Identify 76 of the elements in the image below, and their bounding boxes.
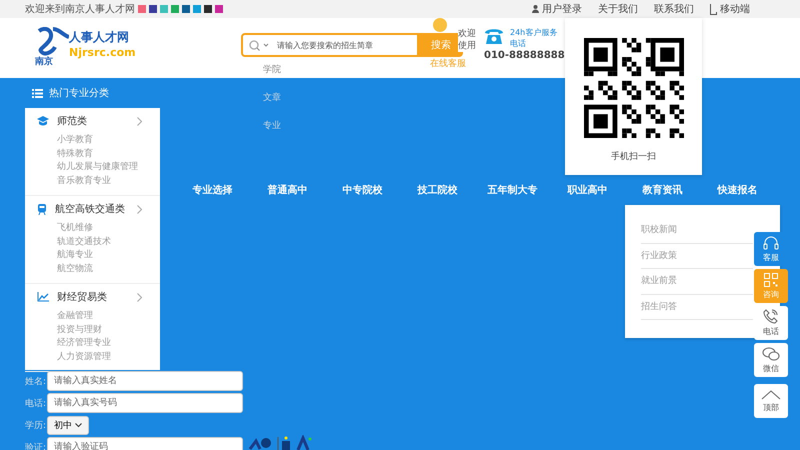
float-button[interactable]: 咨询 — [754, 269, 788, 303]
skin-swatch[interactable] — [193, 5, 201, 13]
category-item[interactable]: 航空物流 — [57, 263, 160, 277]
category-item[interactable]: 小学教育 — [57, 134, 160, 148]
search-icon — [249, 40, 269, 50]
user-icon — [532, 5, 539, 13]
skin-swatch[interactable] — [215, 5, 223, 13]
category-item[interactable]: 音乐教育专业 — [57, 175, 160, 189]
float-button[interactable]: 微信 — [754, 343, 788, 377]
list-icon — [32, 88, 43, 98]
dropdown-item[interactable]: 职校新闻 — [641, 218, 753, 244]
category-item[interactable]: 航海专业 — [57, 249, 160, 264]
category-item[interactable]: 投资与理财 — [57, 324, 160, 338]
sidebar-title: 热门专业分类 — [49, 86, 109, 100]
skin-swatch[interactable] — [204, 5, 212, 13]
category-item[interactable]: 轨道交通技术 — [57, 236, 160, 250]
top-link[interactable]: 用户登录 — [532, 2, 582, 16]
float-button[interactable]: 电话 — [754, 306, 788, 340]
chat-bubbles-icon — [762, 346, 780, 360]
search-suggestion[interactable]: 学院 — [263, 64, 281, 76]
category-title[interactable]: 航空高铁交通类 — [55, 202, 125, 216]
welcome-text: 欢迎来到南京人事人才网 — [25, 2, 135, 16]
chevron-down-icon — [75, 422, 82, 428]
qr-caption: 手机扫一扫 — [611, 150, 656, 163]
category-title[interactable]: 财经贸易类 — [57, 290, 107, 304]
nav-link[interactable]: 普通高中 — [250, 184, 325, 198]
site-logo[interactable]: 人事人才网 Njrsrc.com 南京 — [35, 27, 145, 67]
category-item[interactable]: 人力资源管理 — [57, 351, 160, 365]
search-suggestion[interactable]: 专业 — [263, 120, 281, 132]
search-suggestion[interactable]: 文章 — [263, 92, 281, 104]
nav-link[interactable]: 教育资讯 — [625, 184, 700, 198]
dropdown-item[interactable]: 就业前景 — [641, 269, 753, 294]
nav-link[interactable]: 技工院校 — [400, 184, 475, 198]
caret-up-icon — [761, 390, 781, 400]
nav-link[interactable]: 专业选择 — [175, 184, 250, 198]
input-field[interactable]: 请输入真实号码 — [47, 393, 243, 413]
skin-swatch[interactable] — [182, 5, 190, 13]
nav-link[interactable]: 中专院校 — [325, 184, 400, 198]
nav-link[interactable]: 职业高中 — [550, 184, 625, 198]
form-label: 姓名: — [25, 376, 47, 388]
chevron-right-icon — [137, 116, 142, 126]
category-item[interactable]: 特殊教育 — [57, 148, 160, 162]
train-icon — [37, 204, 47, 214]
headset-icon — [763, 236, 779, 250]
skin-swatch[interactable] — [160, 5, 168, 13]
float-button[interactable]: 顶部 — [754, 384, 788, 418]
search-field[interactable]: 请输入您要搜索的招生简章 — [241, 33, 419, 57]
top-link[interactable]: 联系我们 — [654, 2, 694, 16]
category-title[interactable]: 师范类 — [57, 114, 87, 128]
category-item[interactable]: 金融管理 — [57, 310, 160, 324]
top-link[interactable]: 移动端 — [710, 2, 750, 16]
graduation-cap-icon — [37, 116, 49, 126]
dropdown-item[interactable]: 招生问答 — [641, 294, 753, 320]
dropdown-item[interactable]: 行业政策 — [641, 244, 753, 269]
chevron-right-icon — [137, 204, 142, 214]
category-item[interactable]: 幼儿发展与健康管理 — [57, 161, 160, 176]
nav-link[interactable]: 快速报名 — [700, 184, 775, 198]
category-item[interactable]: 飞机维修 — [57, 222, 160, 236]
skin-swatch[interactable] — [138, 5, 146, 13]
form-label: 电话: — [25, 398, 47, 410]
top-link[interactable]: 关于我们 — [598, 2, 638, 16]
online-service-link[interactable]: 在线客服 — [430, 57, 466, 70]
skin-swatch[interactable] — [149, 5, 157, 13]
telephone-icon — [484, 27, 504, 45]
qr-code-icon — [764, 272, 778, 286]
service-phone-label[interactable]: 24h客户服务电话 — [510, 27, 564, 49]
form-label: 学历: — [25, 420, 47, 432]
category-item[interactable]: 经济管理专业 — [57, 337, 160, 352]
nav-link[interactable]: 五年制大专 — [475, 184, 550, 198]
phone-number: 010-88888888 — [484, 50, 565, 61]
skin-swatch[interactable] — [171, 5, 179, 13]
education-select[interactable]: 初中 — [47, 416, 89, 434]
chart-line-icon — [37, 292, 49, 302]
chevron-right-icon — [137, 292, 142, 302]
input-field[interactable]: 请输入真实姓名 — [47, 371, 243, 391]
phone-icon — [763, 309, 779, 324]
